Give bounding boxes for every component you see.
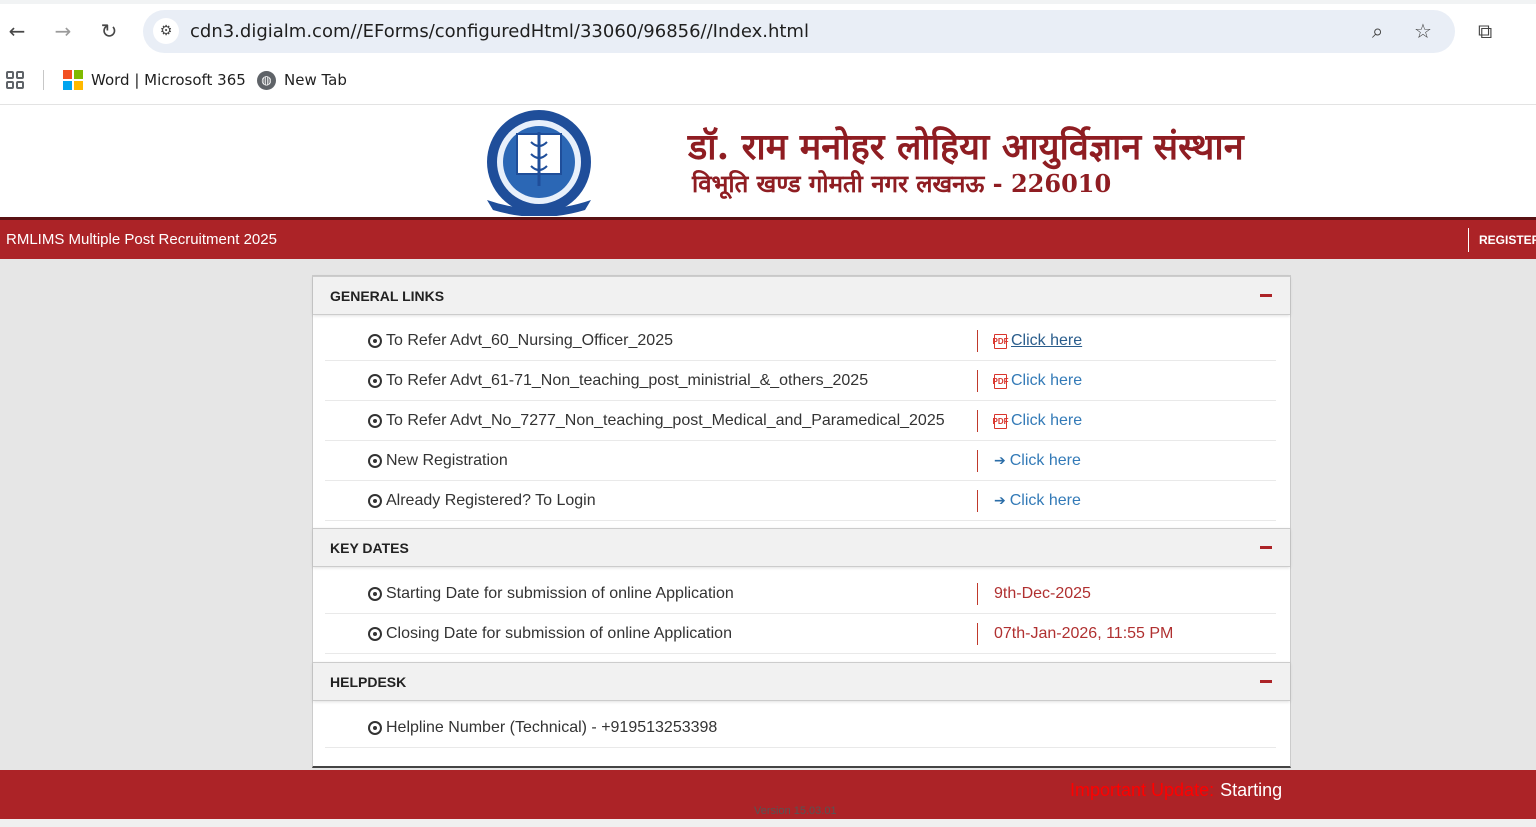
zoom-icon[interactable]: ⌕ bbox=[1372, 19, 1383, 43]
row-label: To Refer Advt_No_7277_Non_teaching_post_… bbox=[386, 412, 945, 429]
row-divider bbox=[977, 410, 978, 432]
list-item: Closing Date for submission of online Ap… bbox=[325, 614, 1276, 654]
bookmark-label: Word | Microsoft 365 bbox=[91, 71, 246, 89]
click-here-link[interactable]: ➔ Click here bbox=[994, 492, 1081, 510]
row-divider bbox=[977, 370, 978, 392]
link-text[interactable]: Click here bbox=[1010, 492, 1081, 510]
click-here-link[interactable]: PDF Click here bbox=[993, 332, 1083, 350]
row-label: Starting Date for submission of online A… bbox=[386, 585, 734, 602]
institute-address-hindi: विभूति खण्ड गोमती नगर लखनऊ - 226010 bbox=[692, 169, 1112, 198]
pdf-icon: PDF bbox=[993, 333, 1009, 349]
site-settings-icon[interactable]: ⚙ bbox=[153, 18, 179, 44]
institute-banner: डॉ. राम मनोहर लोहिया आयुर्विज्ञान संस्था… bbox=[0, 105, 1536, 218]
page-title: RMLIMS Multiple Post Recruitment 2025 bbox=[6, 231, 277, 248]
ticker-label: Important Update: bbox=[1070, 780, 1215, 800]
ticker-text: Starting bbox=[1220, 780, 1283, 800]
date-value: 9th-Dec-2025 bbox=[994, 585, 1091, 602]
bookmark-star-icon[interactable]: ☆ bbox=[1414, 19, 1432, 43]
circle-dot-icon bbox=[368, 374, 382, 388]
apps-grid-icon[interactable] bbox=[6, 71, 24, 89]
circle-dot-icon bbox=[368, 721, 382, 735]
circle-dot-icon bbox=[368, 627, 382, 641]
list-item: Helpline Number (Technical) - +919513253… bbox=[325, 708, 1276, 748]
row-label: Helpline Number (Technical) - +919513253… bbox=[386, 719, 718, 736]
click-here-link[interactable]: PDF Click here bbox=[993, 372, 1083, 390]
recruitment-header: RMLIMS Multiple Post Recruitment 2025 RE… bbox=[0, 217, 1536, 259]
general-links-header[interactable]: GENERAL LINKS bbox=[313, 276, 1290, 315]
section-title: KEY DATES bbox=[330, 540, 409, 556]
forward-arrow-icon[interactable]: → bbox=[51, 19, 75, 43]
sign-in-icon: ➔ bbox=[994, 493, 1006, 509]
circle-dot-icon bbox=[368, 454, 382, 468]
info-panel: GENERAL LINKS To Refer Advt_60_Nursing_O… bbox=[312, 275, 1291, 768]
row-label: New Registration bbox=[386, 452, 508, 469]
row-divider bbox=[977, 490, 978, 512]
list-item: To Refer Advt_61-71_Non_teaching_post_mi… bbox=[325, 361, 1276, 401]
list-item: New Registration ➔ Click here bbox=[325, 441, 1276, 481]
tab-strip bbox=[0, 0, 1536, 4]
circle-dot-icon bbox=[368, 587, 382, 601]
back-arrow-icon[interactable]: ← bbox=[5, 19, 29, 43]
helpdesk-header[interactable]: HELPDESK bbox=[313, 662, 1290, 701]
bookmark-word[interactable]: Word | Microsoft 365 bbox=[63, 69, 246, 91]
taskbar-edge bbox=[0, 819, 1536, 827]
browser-toolbar: ← → ↻ ⚙ cdn3.digialm.com//EForms/configu… bbox=[0, 0, 1536, 105]
link-text[interactable]: Click here bbox=[1011, 372, 1082, 390]
list-item: To Refer Advt_No_7277_Non_teaching_post_… bbox=[325, 401, 1276, 441]
url-text[interactable]: cdn3.digialm.com//EForms/configuredHtml/… bbox=[190, 21, 809, 42]
click-here-link[interactable]: PDF Click here bbox=[993, 412, 1083, 430]
row-label: Closing Date for submission of online Ap… bbox=[386, 625, 732, 642]
collapse-minus-icon[interactable] bbox=[1260, 680, 1272, 683]
collapse-minus-icon[interactable] bbox=[1260, 294, 1272, 297]
link-text[interactable]: Click here bbox=[1010, 452, 1081, 470]
circle-dot-icon bbox=[368, 334, 382, 348]
row-divider bbox=[977, 450, 978, 472]
row-divider bbox=[977, 583, 978, 605]
row-divider bbox=[977, 330, 978, 352]
institute-name-hindi: डॉ. राम मनोहर लोहिया आयुर्विज्ञान संस्था… bbox=[688, 126, 1244, 168]
pdf-icon: PDF bbox=[993, 413, 1009, 429]
microsoft-logo-icon bbox=[63, 70, 83, 90]
list-item: Already Registered? To Login ➔ Click here bbox=[325, 481, 1276, 521]
update-ticker[interactable]: Important Update: Starting bbox=[1070, 780, 1282, 801]
extensions-icon[interactable]: ⧉ bbox=[1478, 19, 1492, 43]
pdf-icon: PDF bbox=[993, 373, 1009, 389]
bookmark-new-tab[interactable]: ◍ New Tab bbox=[257, 69, 347, 91]
circle-dot-icon bbox=[368, 494, 382, 508]
collapse-minus-icon[interactable] bbox=[1260, 546, 1272, 549]
bookmark-label: New Tab bbox=[284, 71, 347, 89]
reload-icon[interactable]: ↻ bbox=[97, 19, 121, 43]
address-bar[interactable]: ⚙ cdn3.digialm.com//EForms/configuredHtm… bbox=[143, 10, 1455, 53]
row-divider bbox=[977, 623, 978, 645]
version-text: Version 15.03.01 bbox=[754, 805, 837, 817]
link-text[interactable]: Click here bbox=[1011, 332, 1082, 350]
list-item: To Refer Advt_60_Nursing_Officer_2025 PD… bbox=[325, 321, 1276, 361]
register-link[interactable]: REGISTER bbox=[1468, 228, 1536, 252]
row-label: To Refer Advt_61-71_Non_teaching_post_mi… bbox=[386, 372, 869, 389]
key-dates-header[interactable]: KEY DATES bbox=[313, 528, 1290, 567]
sign-in-icon: ➔ bbox=[994, 453, 1006, 469]
row-label: To Refer Advt_60_Nursing_Officer_2025 bbox=[386, 332, 673, 349]
section-title: HELPDESK bbox=[330, 674, 407, 690]
section-title: GENERAL LINKS bbox=[330, 288, 445, 304]
bookmarks-divider bbox=[43, 70, 44, 90]
globe-icon: ◍ bbox=[257, 70, 276, 90]
bookmarks-bar: Word | Microsoft 365 ◍ New Tab bbox=[0, 62, 1536, 96]
click-here-link[interactable]: ➔ Click here bbox=[994, 452, 1081, 470]
row-label: Already Registered? To Login bbox=[386, 492, 596, 509]
date-value: 07th-Jan-2026, 11:55 PM bbox=[994, 625, 1174, 642]
link-text[interactable]: Click here bbox=[1011, 412, 1082, 430]
circle-dot-icon bbox=[368, 414, 382, 428]
list-item: Starting Date for submission of online A… bbox=[325, 574, 1276, 614]
institute-seal-logo bbox=[487, 110, 591, 216]
